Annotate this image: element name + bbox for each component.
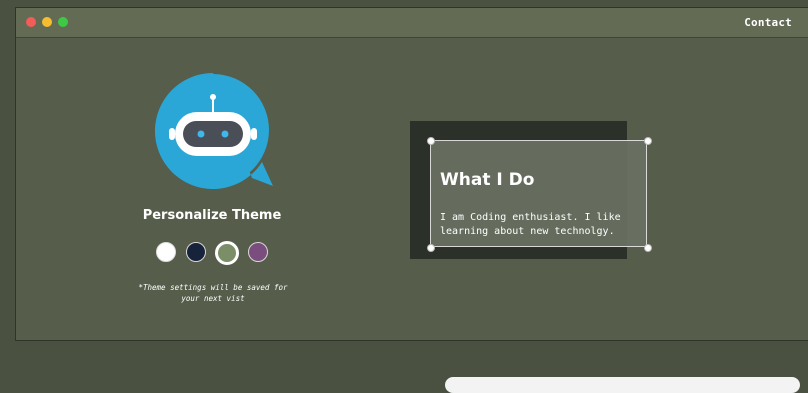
theme-swatch-navy[interactable] [186, 242, 206, 262]
theme-swatch-purple[interactable] [248, 242, 268, 262]
minimize-window-button[interactable] [42, 17, 52, 27]
bottom-taskbar-pill [445, 377, 800, 393]
card-title: What I Do [440, 170, 535, 190]
resize-handle-bottom-left[interactable] [427, 244, 435, 252]
contact-link[interactable]: Contact [744, 16, 792, 29]
card-body-line1: I am Coding enthusiast. I like [440, 212, 621, 223]
maximize-window-button[interactable] [58, 17, 68, 27]
resize-handle-top-right[interactable] [644, 137, 652, 145]
card-body-line2: learning about new technolgy. [440, 226, 615, 237]
personalize-theme-heading: Personalize Theme [142, 208, 282, 223]
theme-swatch-white[interactable] [156, 242, 176, 262]
theme-save-note-line2: your next vist [181, 294, 245, 303]
resize-handle-bottom-right[interactable] [644, 244, 652, 252]
close-window-button[interactable] [26, 17, 36, 27]
title-bar: Contact [16, 8, 808, 38]
theme-save-note-line1: *Theme settings will be saved for [138, 283, 288, 292]
robot-chat-bubble-icon [154, 73, 273, 189]
theme-swatch-green-selected[interactable] [215, 241, 239, 265]
resize-handle-top-left[interactable] [427, 137, 435, 145]
theme-save-note: *Theme settings will be saved for your n… [126, 282, 300, 304]
app-window: Contact Personalize Theme *Theme setting… [15, 7, 808, 341]
card-body: I am Coding enthusiast. I like learning … [440, 211, 640, 239]
